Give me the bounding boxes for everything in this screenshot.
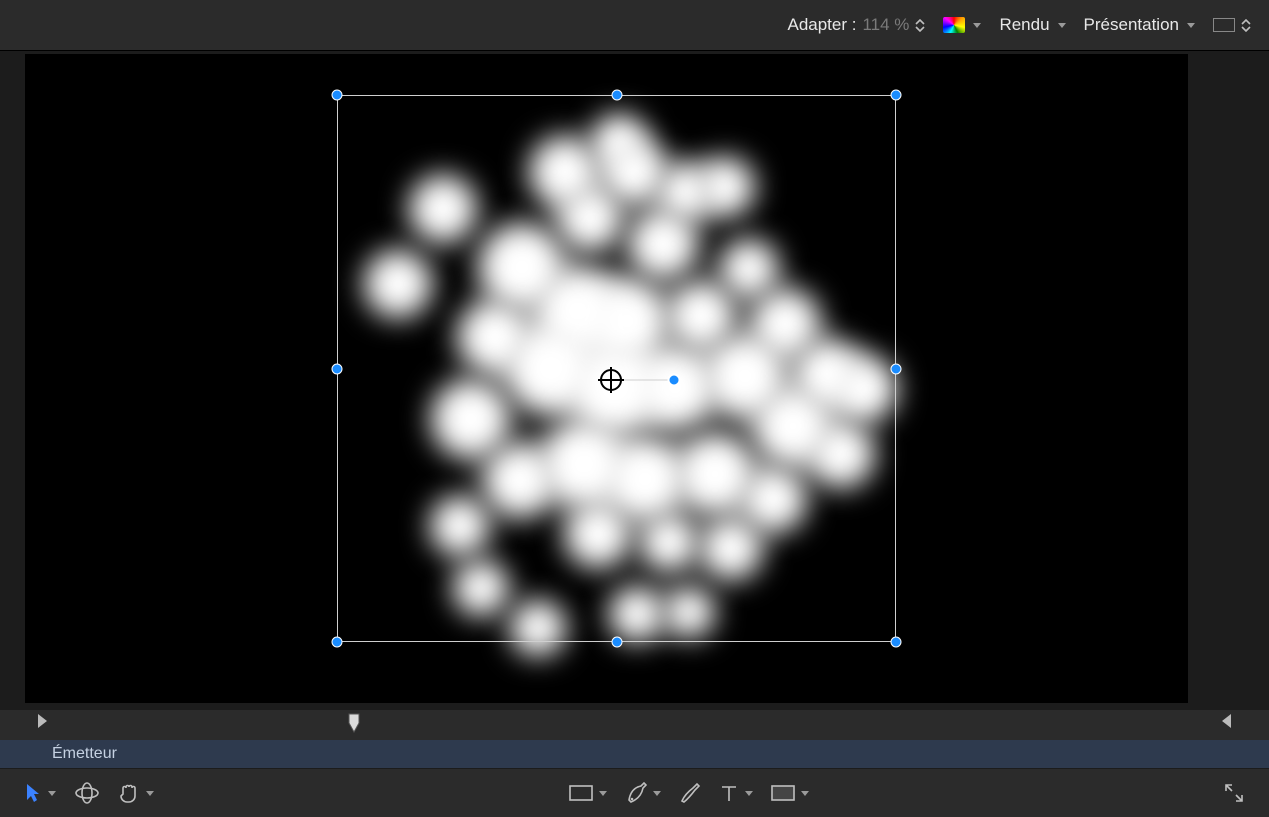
chevron-down-icon <box>1058 23 1066 28</box>
rectangle-icon <box>569 784 593 802</box>
pen-tool[interactable] <box>623 778 663 808</box>
bbox-handle[interactable] <box>891 637 902 648</box>
stepper-icon[interactable] <box>915 19 925 32</box>
canvas[interactable] <box>25 54 1188 703</box>
bbox-handle[interactable] <box>332 363 343 374</box>
layer-name: Émetteur <box>52 745 117 763</box>
chevron-down-icon <box>801 791 809 796</box>
mask-tool[interactable] <box>769 780 811 806</box>
selection-bounding-box[interactable] <box>337 95 896 642</box>
out-point-marker[interactable] <box>1222 714 1231 728</box>
aspect-menu[interactable] <box>1213 18 1251 32</box>
mask-rectangle-icon <box>771 784 795 802</box>
bbox-handle[interactable] <box>891 363 902 374</box>
brush-tool[interactable] <box>677 778 703 808</box>
bbox-handle[interactable] <box>332 90 343 101</box>
brush-icon <box>679 782 701 804</box>
bbox-handle[interactable] <box>332 637 343 648</box>
chevron-down-icon <box>599 791 607 796</box>
color-wheel-icon <box>943 17 965 33</box>
aspect-icon <box>1213 18 1235 32</box>
chevron-down-icon <box>653 791 661 796</box>
bbox-handle[interactable] <box>611 90 622 101</box>
chevron-down-icon <box>1187 23 1195 28</box>
orbit-icon <box>74 782 100 804</box>
anchor-point[interactable] <box>600 369 622 391</box>
render-label: Rendu <box>999 15 1049 35</box>
hand-icon <box>118 782 140 804</box>
layer-strip[interactable]: Émetteur <box>0 740 1269 768</box>
pan-tool[interactable] <box>116 778 156 808</box>
chevron-down-icon <box>973 23 981 28</box>
viewer-top-toolbar: Adapter : 114 % Rendu Présentation <box>0 0 1269 51</box>
text-tool[interactable] <box>717 779 755 807</box>
bbox-handle[interactable] <box>611 637 622 648</box>
zoom-control[interactable]: Adapter : 114 % <box>787 15 925 35</box>
render-menu[interactable]: Rendu <box>999 15 1065 35</box>
zoom-label: Adapter : <box>787 15 856 35</box>
direction-handle[interactable] <box>668 374 681 387</box>
canvas-bottom-toolbar <box>0 769 1269 817</box>
in-point-marker[interactable] <box>38 714 47 728</box>
pen-icon <box>625 782 647 804</box>
chevron-down-icon <box>146 791 154 796</box>
arrow-cursor-icon <box>24 782 42 804</box>
stepper-icon[interactable] <box>1241 19 1251 32</box>
chevron-down-icon <box>48 791 56 796</box>
select-tool[interactable] <box>22 778 58 808</box>
bbox-handle[interactable] <box>891 90 902 101</box>
3d-transform-tool[interactable] <box>72 778 102 808</box>
shape-tool[interactable] <box>567 780 609 806</box>
chevron-down-icon <box>745 791 753 796</box>
fullscreen-button[interactable] <box>1221 778 1247 808</box>
playhead[interactable] <box>348 713 360 733</box>
expand-icon <box>1223 782 1245 804</box>
zoom-value: 114 % <box>862 15 909 35</box>
text-icon <box>719 783 739 803</box>
view-menu[interactable]: Présentation <box>1084 15 1195 35</box>
mini-timeline[interactable] <box>0 710 1269 740</box>
view-label: Présentation <box>1084 15 1179 35</box>
color-channel-menu[interactable] <box>943 17 981 33</box>
